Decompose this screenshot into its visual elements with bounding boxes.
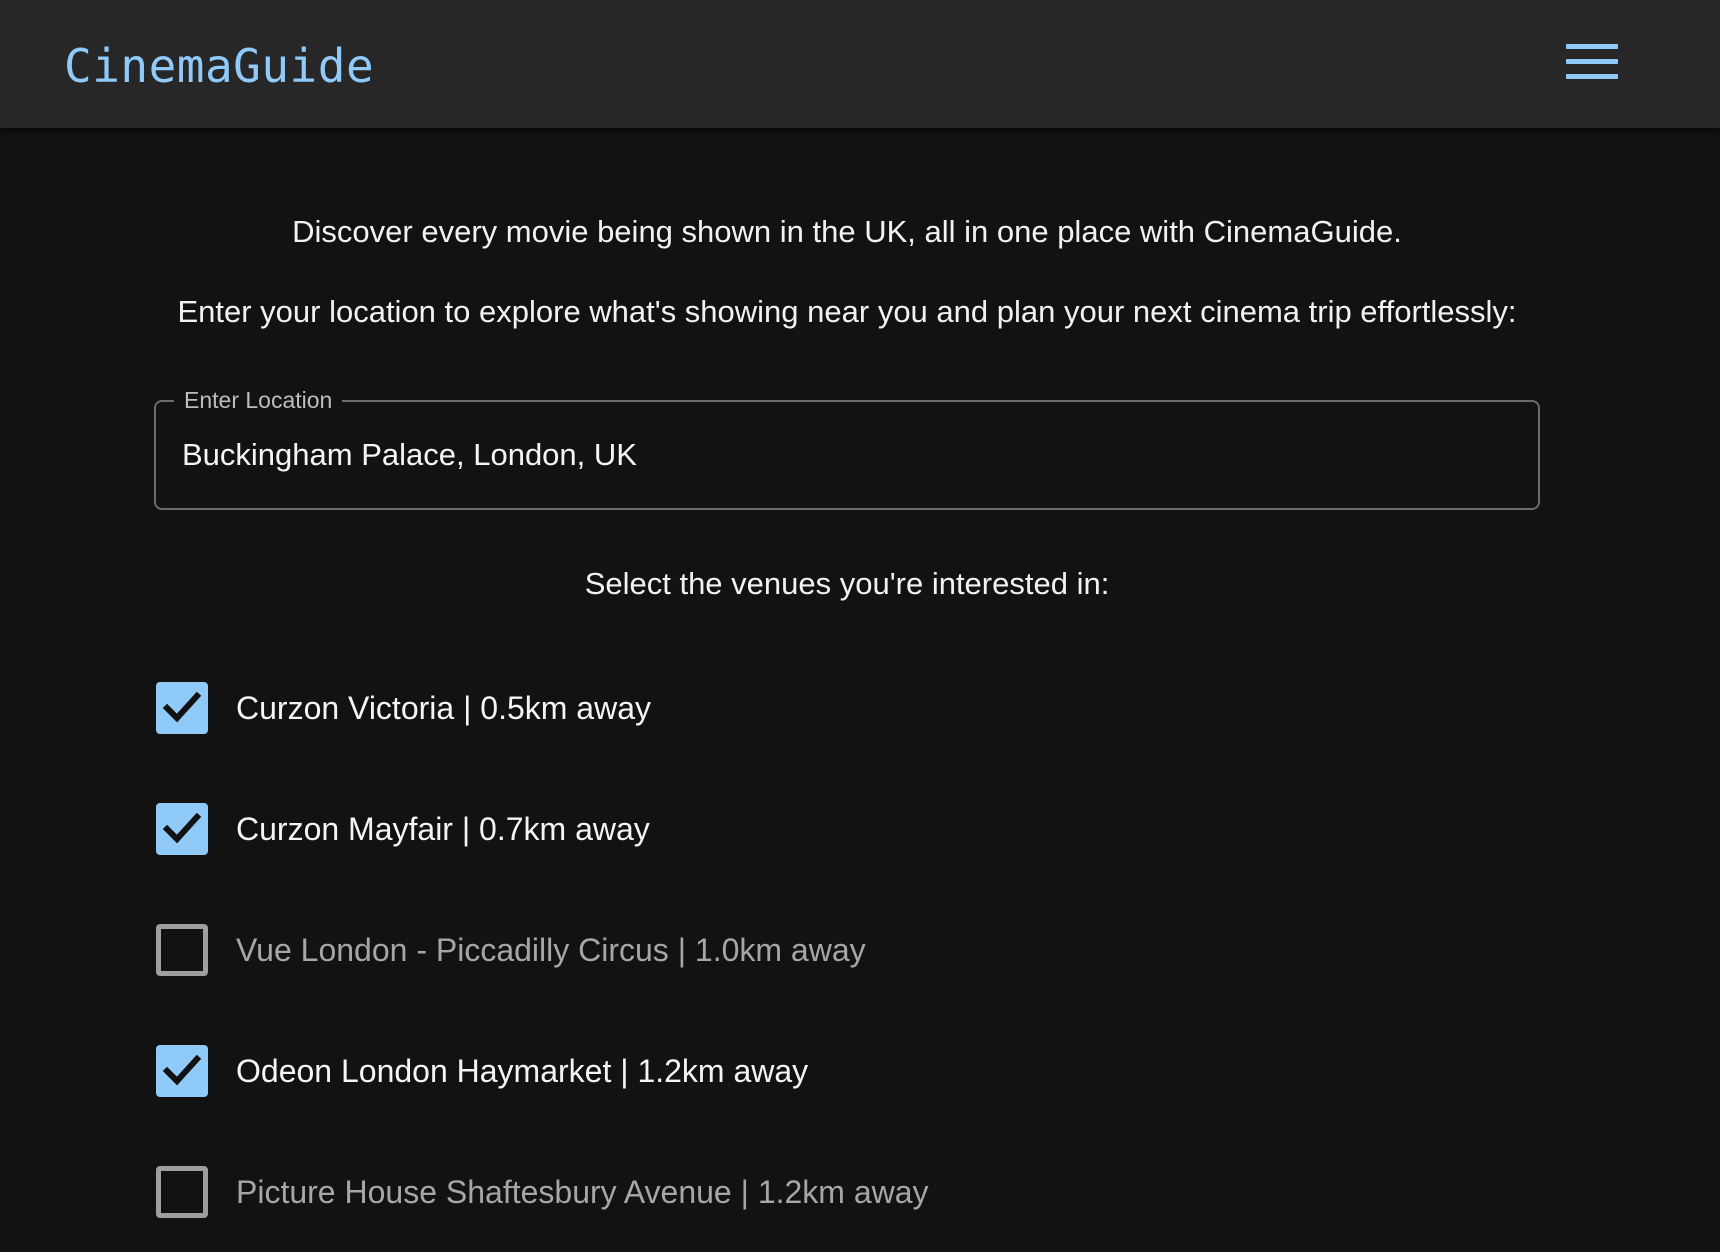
menu-bar-bottom [1566, 74, 1618, 79]
venues-heading: Select the venues you're interested in: [584, 566, 1110, 601]
venue-item[interactable]: Odeon London Haymarket | 1.2km away [156, 1043, 808, 1099]
venue-label: Curzon Mayfair | 0.7km away [236, 811, 650, 847]
app-title[interactable]: CinemaGuide [64, 36, 374, 96]
checkmark-icon [162, 1054, 202, 1086]
venue-item[interactable]: Vue London - Piccadilly Circus | 1.0km a… [156, 922, 866, 978]
venue-label: Picture House Shaftesbury Avenue | 1.2km… [236, 1174, 929, 1210]
location-field-label: Enter Location [174, 386, 343, 414]
hamburger-menu-icon[interactable] [1562, 40, 1618, 88]
venue-item[interactable]: Curzon Mayfair | 0.7km away [156, 801, 650, 857]
venue-checkbox[interactable] [156, 1166, 208, 1218]
location-instructions: Enter your location to explore what's sh… [177, 294, 1517, 329]
venue-label: Curzon Victoria | 0.5km away [236, 690, 651, 726]
venue-item[interactable]: Curzon Victoria | 0.5km away [156, 680, 651, 736]
app-bar: CinemaGuide [0, 0, 1720, 128]
location-field[interactable]: Enter Location [154, 386, 1540, 510]
menu-bar-middle [1566, 59, 1618, 64]
venue-label: Vue London - Piccadilly Circus | 1.0km a… [236, 932, 866, 968]
checkmark-icon [162, 812, 202, 844]
location-input[interactable] [182, 432, 1502, 478]
venue-checkbox[interactable] [156, 803, 208, 855]
venue-label: Odeon London Haymarket | 1.2km away [236, 1053, 809, 1089]
venue-checkbox[interactable] [156, 924, 208, 976]
venue-checkbox[interactable] [156, 1045, 208, 1097]
checkmark-icon [162, 691, 202, 723]
venue-item[interactable]: Picture House Shaftesbury Avenue | 1.2km… [156, 1164, 929, 1220]
intro-text: Discover every movie being shown in the … [292, 214, 1402, 249]
menu-bar-top [1566, 44, 1618, 49]
venue-checkbox[interactable] [156, 682, 208, 734]
